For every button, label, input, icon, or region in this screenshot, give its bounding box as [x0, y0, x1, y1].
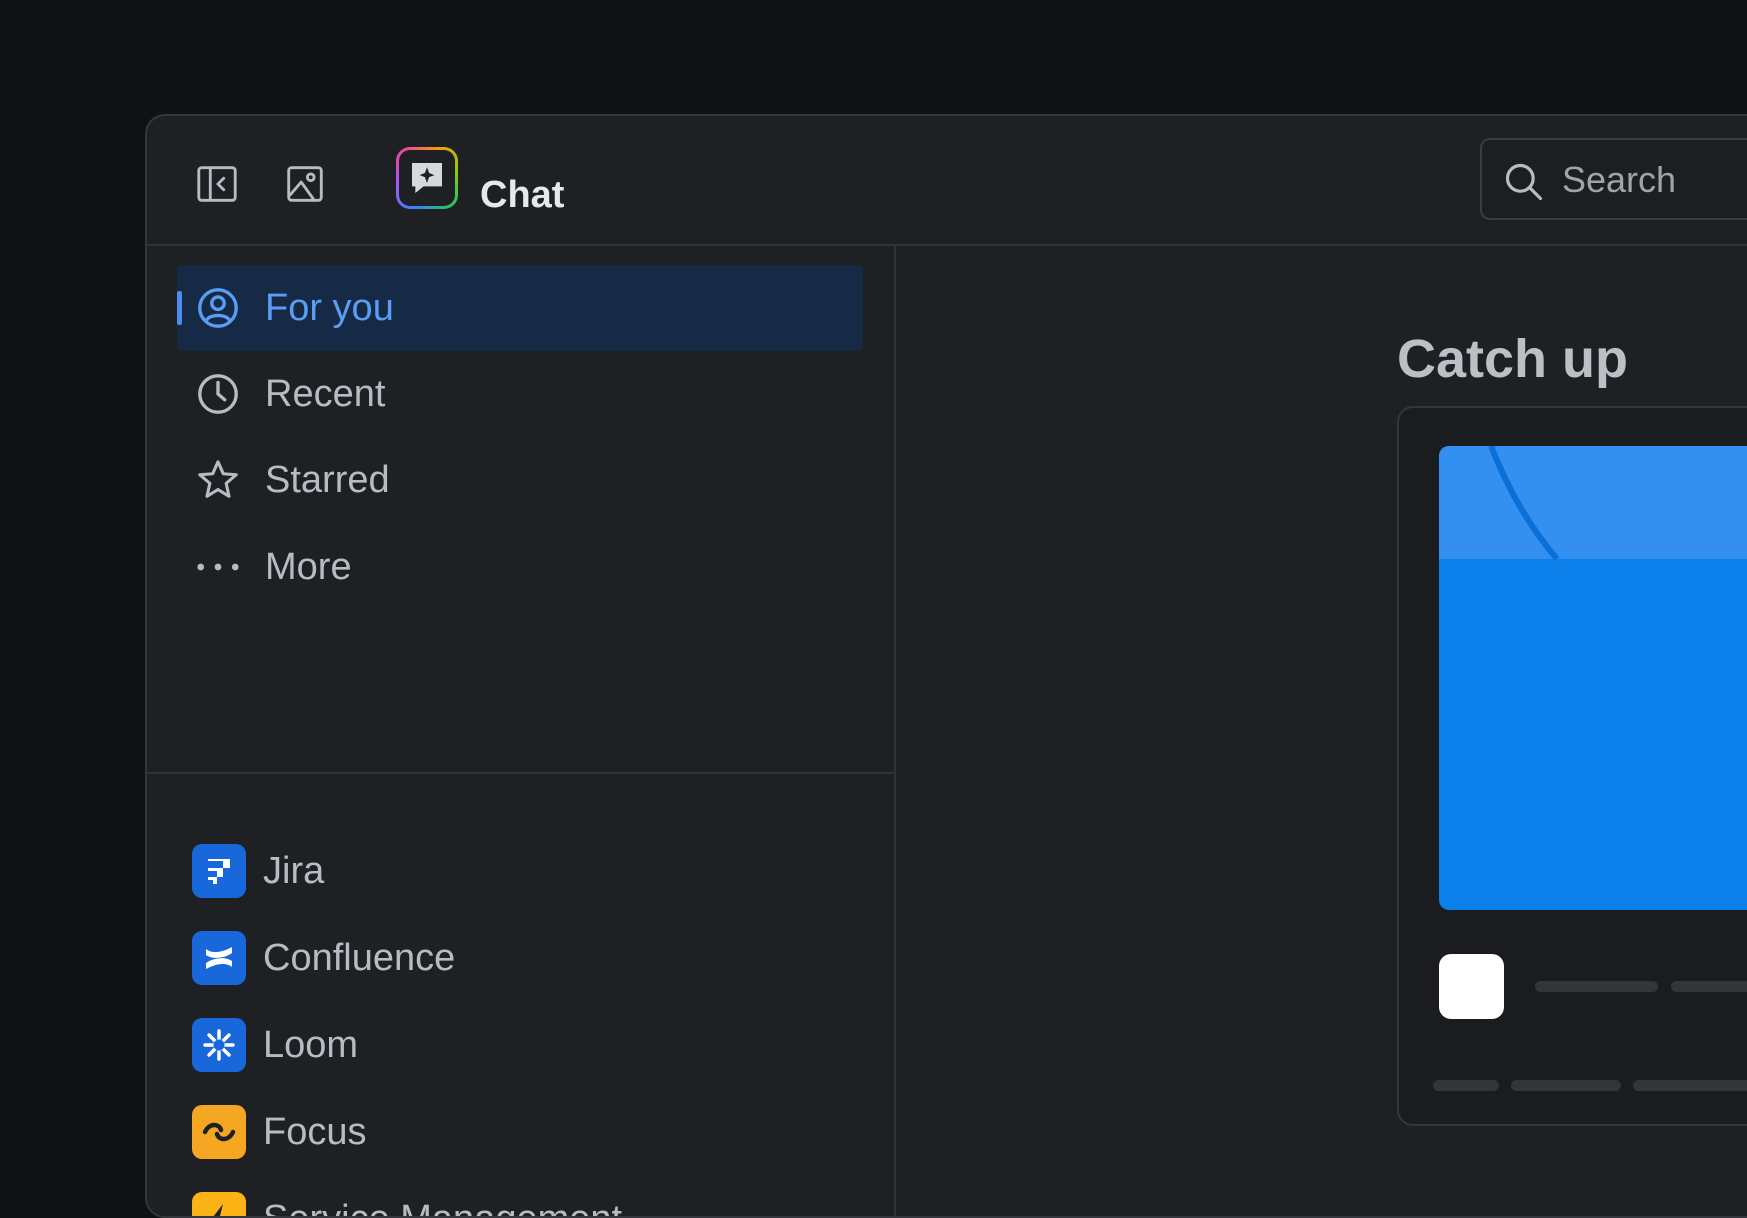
sidebar-item-label: More [265, 546, 352, 588]
app-item-focus[interactable]: Focus [192, 1105, 852, 1165]
skeleton-line [1433, 1080, 1499, 1091]
skeleton-line [1671, 981, 1747, 992]
more-dots-icon [197, 563, 239, 571]
loom-logo-icon [192, 1018, 246, 1072]
person-circle-icon [198, 288, 238, 328]
sidebar-item-more[interactable]: More [177, 524, 863, 610]
image-icon [287, 166, 323, 202]
image-button[interactable] [279, 158, 331, 210]
hero-curve-decoration [1488, 446, 1560, 561]
sidebar-collapse-icon [197, 166, 237, 202]
confluence-logo-icon [192, 931, 246, 985]
catch-up-card[interactable] [1397, 406, 1747, 1126]
jira-logo-icon [192, 844, 246, 898]
app-item-jira[interactable]: Jira [192, 844, 852, 904]
app-item-label: Confluence [263, 937, 456, 979]
sidebar-item-recent[interactable]: Recent [177, 351, 863, 437]
focus-logo-icon [192, 1105, 246, 1159]
active-indicator [177, 291, 182, 325]
search-icon [1505, 163, 1543, 201]
sidebar: For you Recent Starred More Jira Conflue… [147, 246, 896, 1216]
sidebar-item-for-you[interactable]: For you [177, 265, 863, 351]
card-avatar [1439, 954, 1504, 1019]
section-title: Catch up [1397, 329, 1629, 389]
app-window: Chat For you Recent [145, 114, 1747, 1218]
skeleton-line [1511, 1080, 1621, 1091]
chat-app-icon[interactable] [396, 147, 458, 209]
app-item-label: Focus [263, 1111, 367, 1153]
sidebar-divider [147, 772, 894, 774]
sidebar-toggle-button[interactable] [191, 158, 243, 210]
app-item-label: Service Management [263, 1198, 622, 1216]
app-item-label: Jira [263, 850, 325, 892]
clock-icon [198, 374, 238, 414]
app-item-service-management[interactable]: Service Management [192, 1192, 852, 1216]
sidebar-item-label: For you [265, 287, 394, 329]
app-item-label: Loom [263, 1024, 359, 1066]
card-hero-image [1439, 446, 1747, 910]
star-icon [198, 460, 238, 498]
skeleton-line [1633, 1080, 1747, 1091]
app-item-loom[interactable]: Loom [192, 1018, 852, 1078]
app-item-confluence[interactable]: Confluence [192, 931, 852, 991]
sidebar-item-starred[interactable]: Starred [177, 437, 863, 523]
sidebar-item-label: Recent [265, 373, 386, 415]
sidebar-item-label: Starred [265, 459, 390, 501]
top-bar: Chat [147, 116, 1747, 246]
search-input[interactable] [1560, 154, 1747, 206]
app-title: Chat [480, 174, 565, 216]
service-management-logo-icon [192, 1192, 246, 1216]
skeleton-line [1535, 981, 1658, 992]
search-box[interactable] [1480, 138, 1747, 220]
chat-sparkle-icon [412, 163, 442, 193]
